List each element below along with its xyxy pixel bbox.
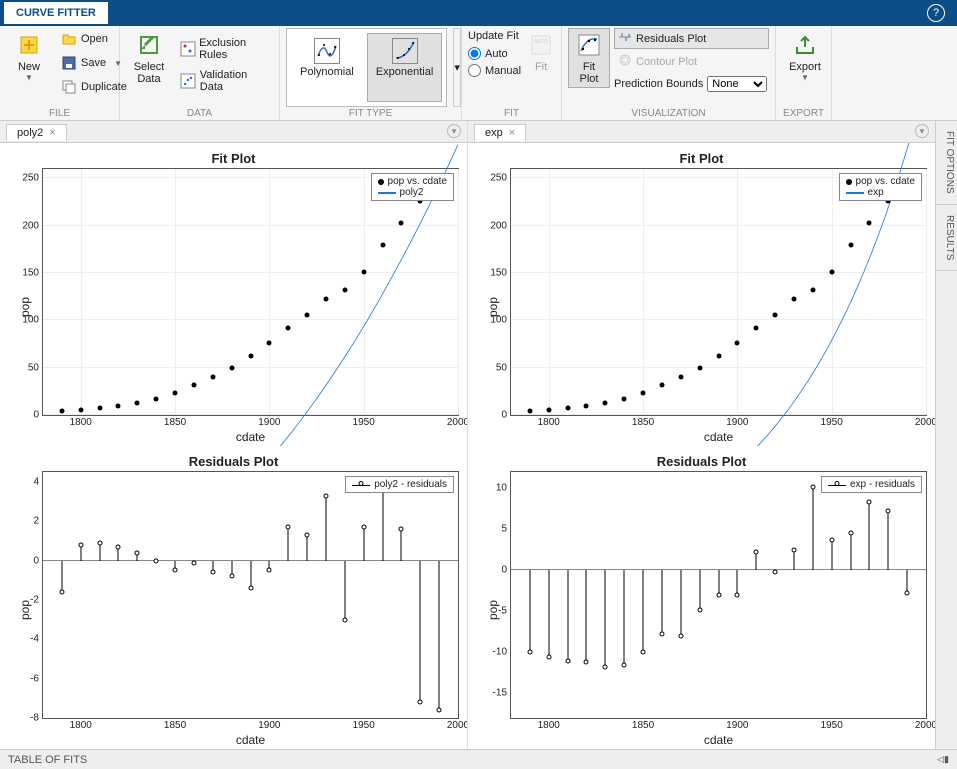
fit-type-exponential[interactable]: Exponential — [367, 33, 443, 102]
help-icon[interactable]: ? — [927, 4, 945, 22]
duplicate-icon — [61, 79, 77, 95]
folder-open-icon — [61, 31, 77, 47]
fit-plot-button[interactable]: Fit Plot — [568, 28, 610, 88]
polynomial-icon — [314, 38, 340, 64]
fit-type-expand[interactable]: ▾ — [453, 28, 461, 107]
tab-exp[interactable]: exp× — [474, 124, 526, 141]
residuals-icon — [618, 30, 632, 47]
new-icon — [15, 31, 43, 59]
prediction-bounds-select[interactable]: None — [707, 76, 767, 92]
tab-options-left[interactable]: ▾ — [447, 124, 461, 138]
fit-options-tab[interactable]: FIT OPTIONS — [936, 121, 957, 205]
select-data-icon — [135, 31, 163, 59]
fit-plot[interactable]: 18001850190019502000050100150200250 pop … — [510, 168, 927, 416]
validation-icon — [181, 73, 196, 89]
collapse-icon[interactable]: ◁▮ — [937, 754, 949, 765]
fit-plot-icon — [575, 31, 603, 59]
tabs-row: poly2× ▾ exp× ▾ — [0, 121, 935, 143]
fit-icon: AUTO — [527, 31, 555, 59]
update-fit-label: Update Fit — [468, 30, 521, 44]
manual-radio[interactable]: Manual — [468, 63, 521, 78]
export-button[interactable]: Export ▼ — [782, 28, 828, 85]
right-tab-header: exp× ▾ — [467, 121, 935, 142]
bottom-bar: TABLE OF FITS ◁▮ — [0, 749, 957, 769]
svg-text:AUTO: AUTO — [534, 39, 548, 45]
tab-poly2[interactable]: poly2× — [6, 124, 67, 141]
exponential-icon — [392, 38, 418, 64]
side-tabs: FIT OPTIONS RESULTS — [935, 121, 957, 749]
contour-icon — [618, 53, 632, 70]
fit-plot[interactable]: 18001850190019502000050100150200250 pop … — [42, 168, 459, 416]
residuals-plot[interactable]: 18001850190019502000-15-10-50510 — [510, 471, 927, 719]
legend: pop vs. cdate exp — [839, 173, 922, 201]
exclusion-icon — [181, 41, 195, 57]
fit-type-gallery: Polynomial Exponential — [286, 28, 447, 107]
auto-radio[interactable]: Auto — [468, 46, 521, 61]
prediction-bounds: Prediction Bounds None — [614, 74, 769, 92]
validation-data-button[interactable]: Validation Data — [176, 66, 273, 96]
select-data-button[interactable]: Select Data — [126, 28, 172, 88]
residuals-plot-button[interactable]: Residuals Plot — [614, 28, 769, 49]
legend: poly2 - residuals — [345, 476, 454, 493]
fit-button: AUTO Fit — [525, 28, 557, 76]
residuals-plot[interactable]: 18001850190019502000-8-6-4-2024 — [42, 471, 459, 719]
title-bar: CURVE FITTER ? — [0, 0, 957, 26]
right-pane: Fit Plot pop 180018501900195020000501001… — [467, 143, 935, 749]
close-icon[interactable]: × — [49, 127, 55, 139]
ribbon: New ▼ Open Save▼ Duplicate FILE Select D… — [0, 26, 957, 121]
exclusion-rules-button[interactable]: Exclusion Rules — [176, 34, 273, 64]
tab-options-right[interactable]: ▾ — [915, 124, 929, 138]
left-tab-header: poly2× ▾ — [0, 121, 467, 142]
new-button[interactable]: New ▼ — [6, 28, 52, 85]
table-of-fits-button[interactable]: TABLE OF FITS — [8, 754, 87, 766]
results-tab[interactable]: RESULTS — [936, 205, 957, 271]
save-icon — [61, 55, 77, 71]
legend: pop vs. cdate poly2 — [371, 173, 454, 201]
legend: exp - residuals — [821, 476, 922, 493]
fit-type-polynomial[interactable]: Polynomial — [291, 33, 363, 102]
close-icon[interactable]: × — [509, 127, 515, 139]
main-area: poly2× ▾ exp× ▾ Fit Plot pop 18001850190… — [0, 121, 957, 749]
contour-plot-button: Contour Plot — [614, 51, 769, 72]
app-tab[interactable]: CURVE FITTER — [4, 2, 108, 24]
export-icon — [791, 31, 819, 59]
left-pane: Fit Plot pop 180018501900195020000501001… — [0, 143, 467, 749]
